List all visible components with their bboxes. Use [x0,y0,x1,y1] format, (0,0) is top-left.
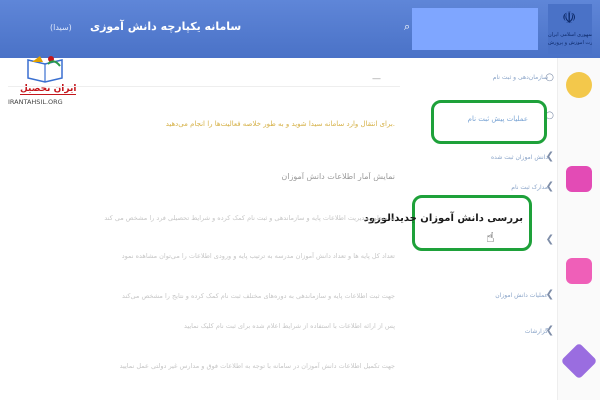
chevron-right-icon: ❮ [545,151,554,162]
system-subtitle: (سیدا) [50,23,72,32]
warning-text: برای انتقال وارد سامانه سیدا شوید و به ط… [165,120,395,128]
cube-icon [566,166,592,192]
search-box[interactable] [412,8,538,50]
main-content: — برای انتقال وارد سامانه سیدا شوید و به… [0,66,405,400]
ministry-emblem: ☫ جمهوری اسلامی ایران وزارت آموزش و پرور… [548,4,592,54]
top-header-bar: ☫ جمهوری اسلامی ایران وزارت آموزش و پرور… [0,0,600,58]
diamond-icon [560,342,598,380]
chevron-right-icon: ❮ [545,325,554,336]
emblem-icon: ☫ [562,8,577,27]
highlight-pre-registration[interactable]: عملیات پیش ثبت نام [431,100,547,144]
search-icon[interactable]: ⌕ [404,20,410,34]
paragraph-line: تعداد کل پایه ها و تعداد دانش آموزان مدر… [121,252,395,260]
collapse-icon[interactable]: — [372,74,381,84]
paragraph-line: جهت تکمیل اطلاعات دانش آموزان در سامانه … [119,362,395,370]
chevron-right-icon: ❮ [545,289,554,300]
menu-item-label: دانش آموزان ثبت شده [490,154,548,161]
menu-item-label: مدارک ثبت نام [511,184,548,191]
cube-icon-2 [566,258,592,284]
highlight-new-students-review[interactable]: بررسی دانش آموزان جدیدالورود [364,195,532,251]
paragraph-line: به منظور مدیریت اطلاعات پایه و سازماندهی… [104,214,395,222]
menu-item-label: عملیات پیش ثبت نام [467,115,528,123]
chevron-right-icon: ❮ [545,234,554,245]
menu-item-label: گزارشات [524,328,548,335]
menu-item-label: سازمان‌دهی و ثبت نام [492,74,548,81]
flower-icon [566,72,592,98]
paragraph-line: جهت ثبت اطلاعات پایه و سازماندهی به دوره… [122,292,395,300]
emblem-text-2: وزارت آموزش و پرورش [548,40,592,46]
divider [8,86,400,87]
chevron-icon: ○ [545,72,554,83]
right-sidebar [557,58,600,400]
hand-cursor-icon: ☝ [486,230,495,246]
menu-item-label: عملیات دانش آموزان [495,292,548,299]
section-heading: نمایش آمار اطلاعات دانش آموزان [281,172,395,181]
system-title: سامانه یکپارچه دانش آموزی [90,20,242,33]
chevron-right-icon: ❮ [545,181,554,192]
paragraph-line: پس از ارائه اطلاعات با استفاده از شرایط … [183,322,395,330]
emblem-text-1: جمهوری اسلامی ایران [548,32,592,38]
